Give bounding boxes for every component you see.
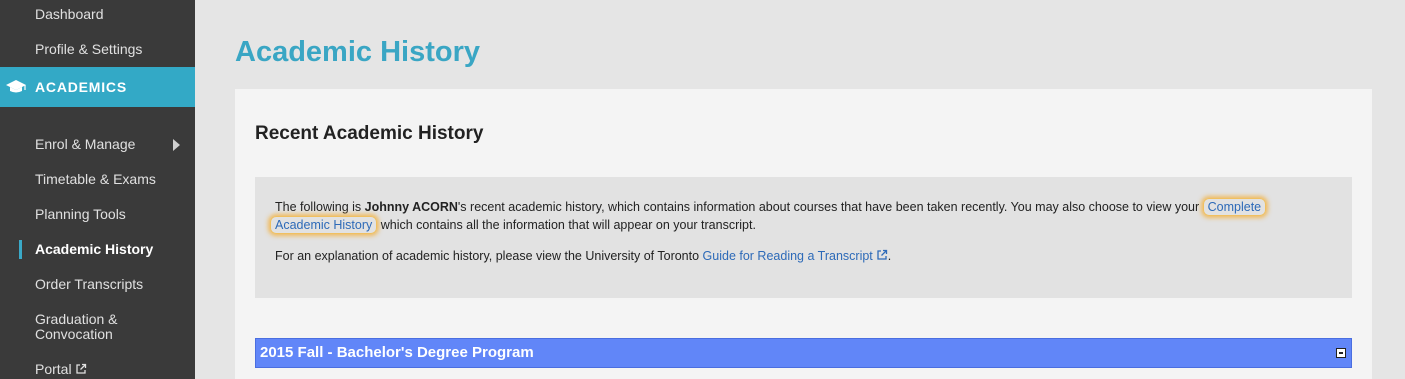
sidebar-item-enrol-manage[interactable]: Enrol & Manage — [35, 137, 135, 152]
external-link-icon — [75, 363, 86, 374]
sidebar: Dashboard Profile & Settings ACADEMICS E… — [0, 0, 195, 379]
chevron-right-icon[interactable] — [173, 139, 180, 151]
active-indicator — [19, 240, 22, 259]
student-name: Johnny ACORN — [364, 200, 458, 214]
collapse-icon[interactable] — [1336, 348, 1346, 358]
sidebar-item-profile-settings[interactable]: Profile & Settings — [35, 42, 142, 57]
term-header-bar[interactable]: 2015 Fall - Bachelor's Degree Program — [255, 338, 1352, 368]
term-header-title: 2015 Fall - Bachelor's Degree Program — [260, 344, 534, 361]
sidebar-section-label: ACADEMICS — [35, 79, 127, 95]
guide-reading-transcript-link[interactable]: Guide for Reading a Transcript — [703, 249, 888, 263]
sidebar-item-order-transcripts[interactable]: Order Transcripts — [35, 277, 143, 292]
sidebar-item-academic-history[interactable]: Academic History — [35, 242, 153, 257]
guide-link-label: Guide for Reading a Transcript — [702, 249, 873, 263]
sidebar-item-timetable-exams[interactable]: Timetable & Exams — [35, 172, 156, 187]
explain-paragraph: For an explanation of academic history, … — [275, 247, 1335, 265]
intro-text: The following is — [275, 200, 365, 214]
external-link-icon — [877, 249, 887, 260]
sidebar-item-graduation-convocation[interactable]: Graduation & Convocation — [35, 312, 145, 342]
complete-academic-history-link[interactable]: Complete — [1202, 198, 1267, 216]
explain-end: . — [887, 249, 892, 263]
sidebar-item-label: Portal — [35, 361, 72, 377]
intro-text: 's recent academic history, which contai… — [457, 200, 1203, 214]
page-title: Academic History — [235, 36, 480, 68]
sidebar-item-dashboard[interactable]: Dashboard — [35, 7, 104, 22]
explain-text: For an explanation of academic history, … — [275, 249, 703, 263]
section-title: Recent Academic History — [255, 123, 484, 144]
sidebar-section-academics[interactable]: ACADEMICS — [0, 67, 195, 107]
intro-text: which contains all the information that … — [377, 218, 756, 232]
complete-academic-history-link-line2[interactable]: Academic History — [270, 216, 378, 234]
info-box — [255, 177, 1352, 298]
sidebar-item-portal[interactable]: Portal — [35, 362, 87, 377]
sidebar-item-planning-tools[interactable]: Planning Tools — [35, 207, 126, 222]
intro-paragraph: The following is Johnny ACORN's recent a… — [270, 198, 1335, 234]
graduation-cap-icon — [6, 80, 26, 93]
